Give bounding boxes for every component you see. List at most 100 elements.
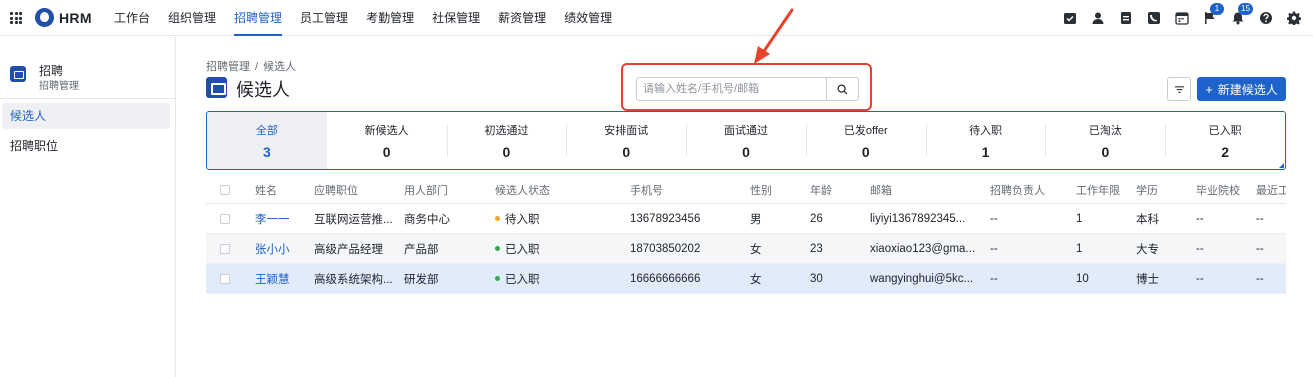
table-row[interactable]: 张小小 高级产品经理 产品部 已入职 18703850202 女 23 xiao…	[206, 234, 1286, 264]
cell-school: --	[1196, 242, 1204, 255]
cell-age: 30	[810, 272, 823, 285]
nav-item-social-security[interactable]: 社保管理	[432, 0, 480, 36]
stat-label: 面试通过	[724, 124, 769, 137]
user-icon[interactable]	[1091, 11, 1105, 25]
bell-badge: 15	[1238, 3, 1253, 15]
stat-tab-new[interactable]: 新候选人 0	[327, 112, 447, 169]
breadcrumb-current: 候选人	[263, 61, 297, 73]
cell-recent: --	[1256, 212, 1264, 225]
stat-count: 0	[622, 143, 631, 160]
column-header[interactable]: 学历	[1136, 176, 1158, 203]
column-header[interactable]: 年龄	[810, 176, 832, 203]
cell-department: 研发部	[404, 273, 439, 286]
column-header[interactable]: 毕业院校	[1196, 176, 1240, 203]
stat-tab-onboarded[interactable]: 已入职 2	[1165, 112, 1285, 169]
stat-tab-pending-onboard[interactable]: 待入职 1	[925, 112, 1046, 169]
annotation-arrow-icon	[754, 8, 794, 64]
new-candidate-button[interactable]: + 新建候选人	[1197, 77, 1286, 101]
candidate-name-link[interactable]: 王颖慧	[255, 264, 290, 293]
hrm-logo-icon	[35, 8, 54, 27]
status-text: 待入职	[505, 213, 540, 226]
sidebar-item-candidates[interactable]: 候选人	[2, 103, 170, 129]
row-checkbox[interactable]	[220, 234, 230, 263]
select-all-checkbox[interactable]	[220, 176, 230, 203]
nav-item-employees[interactable]: 员工管理	[300, 0, 348, 36]
search-icon	[837, 83, 848, 94]
sidebar-item-job-positions[interactable]: 招聘职位	[2, 133, 170, 159]
stat-tab-interview-passed[interactable]: 面试通过 0	[686, 112, 806, 169]
stat-count: 0	[1101, 143, 1110, 160]
briefcase-icon	[10, 66, 26, 82]
stat-tab-screened[interactable]: 初选通过 0	[446, 112, 567, 169]
filter-button[interactable]	[1167, 77, 1191, 101]
candidate-name-link[interactable]: 李一一	[255, 204, 290, 233]
status-badge: 已入职	[495, 234, 540, 263]
search-box	[636, 77, 859, 101]
column-header[interactable]: 最近工	[1256, 176, 1286, 203]
calendar-check-icon[interactable]	[1063, 11, 1077, 25]
status-badge: 待入职	[495, 204, 540, 233]
table-row[interactable]: 李一一 互联网运营推... 商务中心 待入职 13678923456 男 26 …	[206, 204, 1286, 234]
stat-label: 已淘汰	[1088, 124, 1122, 137]
cell-education: 本科	[1136, 213, 1159, 226]
app-grid-icon[interactable]	[10, 12, 22, 24]
column-header[interactable]: 用人部门	[404, 176, 448, 203]
help-icon[interactable]	[1259, 11, 1273, 25]
document-icon[interactable]	[1119, 11, 1133, 25]
filter-icon	[1174, 85, 1184, 93]
row-checkbox[interactable]	[220, 204, 230, 233]
stat-tab-all[interactable]: 全部 3	[207, 112, 327, 169]
table-header: 姓名 应聘职位 用人部门 候选人状态 手机号 性别 年龄 邮箱 招聘负责人 工作…	[206, 176, 1286, 204]
column-header[interactable]: 姓名	[255, 176, 277, 203]
app-title: HRM	[59, 10, 92, 26]
nav-item-payroll[interactable]: 薪资管理	[498, 0, 546, 36]
stat-label: 初选通过	[484, 124, 529, 137]
column-header[interactable]: 候选人状态	[495, 176, 550, 203]
stat-count: 3	[262, 143, 271, 160]
sidebar-subtitle: 招聘管理	[39, 81, 79, 92]
breadcrumb-parent[interactable]: 招聘管理	[206, 61, 250, 73]
column-header[interactable]: 招聘负责人	[990, 176, 1045, 203]
column-header[interactable]: 工作年限	[1076, 176, 1120, 203]
column-header[interactable]: 性别	[750, 176, 772, 203]
stat-tab-interview-scheduled[interactable]: 安排面试 0	[566, 112, 686, 169]
search-button[interactable]	[826, 78, 858, 100]
cell-recruiter: --	[990, 272, 998, 285]
cell-phone: 18703850202	[630, 242, 701, 255]
cell-age: 26	[810, 212, 823, 225]
row-checkbox[interactable]	[220, 264, 230, 293]
calendar-icon[interactable]	[1175, 11, 1189, 25]
stat-label: 待入职	[969, 124, 1003, 137]
flag-icon[interactable]: 1	[1203, 3, 1224, 25]
column-header[interactable]: 应聘职位	[314, 176, 358, 203]
phone-icon[interactable]	[1147, 11, 1161, 25]
search-input[interactable]	[637, 78, 826, 100]
stat-tab-offer-sent[interactable]: 已发offer 0	[805, 112, 926, 169]
cell-phone: 13678923456	[630, 212, 701, 225]
resize-handle-icon[interactable]	[1279, 163, 1284, 168]
search-highlight-box	[621, 63, 872, 111]
stat-tab-rejected[interactable]: 已淘汰 0	[1045, 112, 1165, 169]
cell-gender: 男	[750, 213, 762, 226]
stat-count: 0	[861, 143, 870, 160]
cell-school: --	[1196, 272, 1204, 285]
column-header[interactable]: 手机号	[630, 176, 663, 203]
stat-count: 0	[382, 143, 391, 160]
cell-position: 互联网运营推...	[314, 213, 393, 226]
page-title: 候选人	[236, 80, 290, 100]
stat-label: 已入职	[1208, 124, 1242, 137]
stat-count: 1	[981, 143, 990, 160]
candidate-name-link[interactable]: 张小小	[255, 234, 290, 263]
table-row[interactable]: 王颖慧 高级系统架构... 研发部 已入职 16666666666 女 30 w…	[206, 264, 1286, 294]
nav-item-workbench[interactable]: 工作台	[114, 0, 150, 36]
nav-item-organization[interactable]: 组织管理	[168, 0, 216, 36]
nav-item-recruitment[interactable]: 招聘管理	[234, 0, 283, 36]
nav-item-performance[interactable]: 绩效管理	[564, 0, 612, 36]
column-header[interactable]: 邮箱	[870, 176, 892, 203]
cell-years: 1	[1076, 242, 1083, 255]
bell-icon[interactable]: 15	[1231, 3, 1253, 25]
cell-department: 商务中心	[404, 213, 450, 226]
settings-icon[interactable]	[1287, 11, 1301, 25]
nav-item-attendance[interactable]: 考勤管理	[366, 0, 414, 36]
breadcrumb-separator: /	[255, 61, 259, 73]
